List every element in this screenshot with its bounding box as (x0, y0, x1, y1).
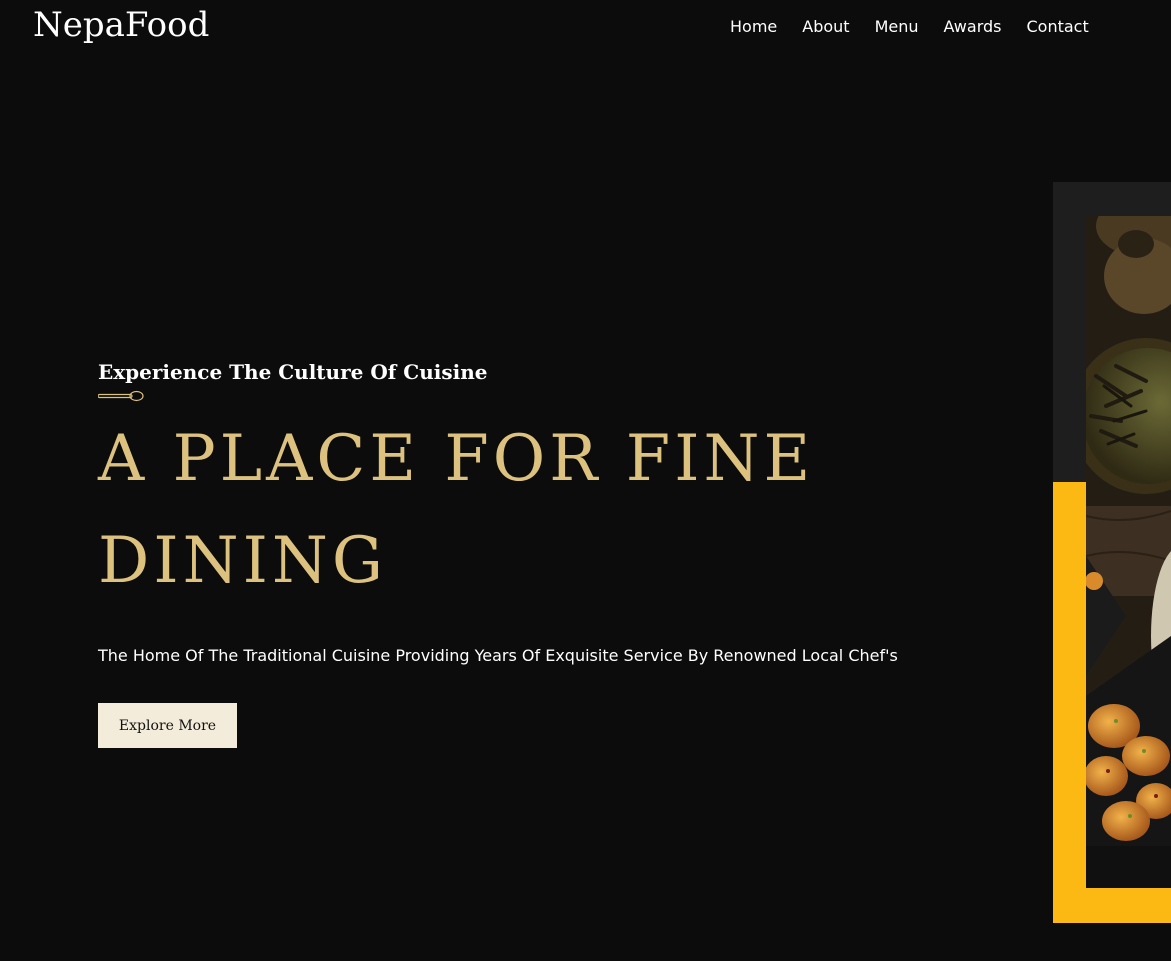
nav-link-awards[interactable]: Awards (944, 17, 1002, 37)
nav-link-menu[interactable]: Menu (875, 17, 919, 37)
nav-link-home[interactable]: Home (730, 17, 777, 37)
hero-subtitle: Experience The Culture Of Cuisine (98, 360, 488, 384)
main-nav: Home About Menu Awards Contact (730, 17, 1114, 37)
hero-description: The Home Of The Traditional Cuisine Prov… (98, 646, 898, 665)
spoon-icon (98, 390, 144, 402)
nav-link-contact[interactable]: Contact (1026, 17, 1088, 37)
food-platter-image (1086, 216, 1171, 888)
nav-link-about[interactable]: About (802, 17, 849, 37)
hero-headline: A PLACE FOR FINE DINING (98, 422, 815, 598)
site-logo[interactable]: NepaFood (33, 4, 209, 46)
explore-more-button[interactable]: Explore More (98, 703, 237, 748)
